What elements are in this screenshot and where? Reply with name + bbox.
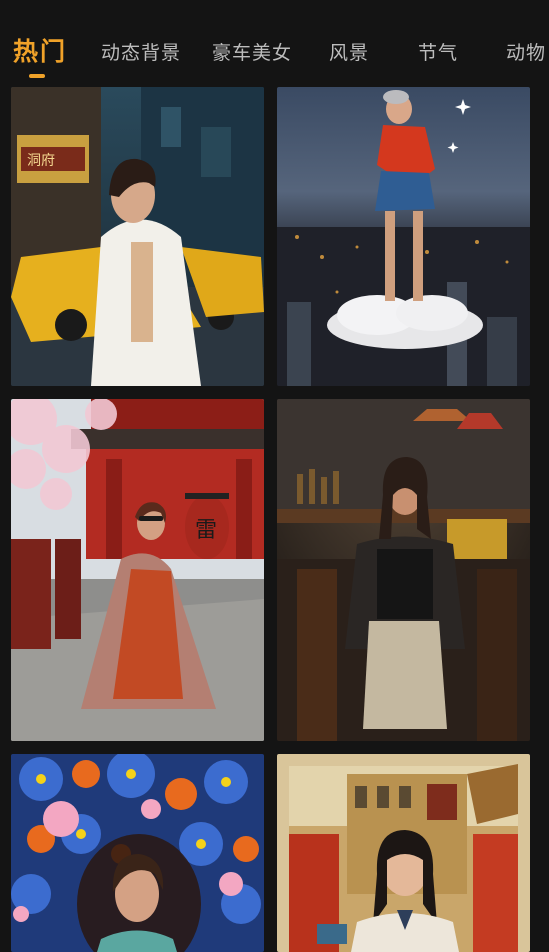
- template-tile-6[interactable]: [277, 754, 530, 952]
- tab-animals[interactable]: 动物: [506, 38, 546, 65]
- svg-text:洞府: 洞府: [27, 153, 55, 169]
- template-tile-2[interactable]: [277, 87, 530, 386]
- active-tab-indicator: [29, 74, 45, 78]
- svg-text:雷: 雷: [195, 518, 217, 543]
- template-tile-1[interactable]: 洞府: [11, 87, 264, 386]
- tile-2-image: [277, 87, 530, 386]
- category-tab-bar: 热门 动态背景 豪车美女 风景 节气 动物: [0, 0, 549, 84]
- template-tile-5[interactable]: [11, 754, 264, 952]
- tab-luxury-car-beauty[interactable]: 豪车美女: [212, 38, 292, 65]
- tile-5-image: [11, 754, 264, 952]
- tab-solar-terms[interactable]: 节气: [418, 38, 458, 65]
- template-tile-3[interactable]: 雷: [11, 399, 264, 741]
- tab-hot[interactable]: 热门: [13, 32, 67, 68]
- template-tile-4[interactable]: [277, 399, 530, 741]
- tile-6-image: [277, 754, 530, 952]
- tab-scenery[interactable]: 风景: [329, 38, 369, 65]
- tab-dynamic-background[interactable]: 动态背景: [101, 38, 181, 65]
- tile-4-image: [277, 399, 530, 741]
- tile-3-image: 雷: [11, 399, 264, 741]
- tile-1-image: 洞府: [11, 87, 264, 386]
